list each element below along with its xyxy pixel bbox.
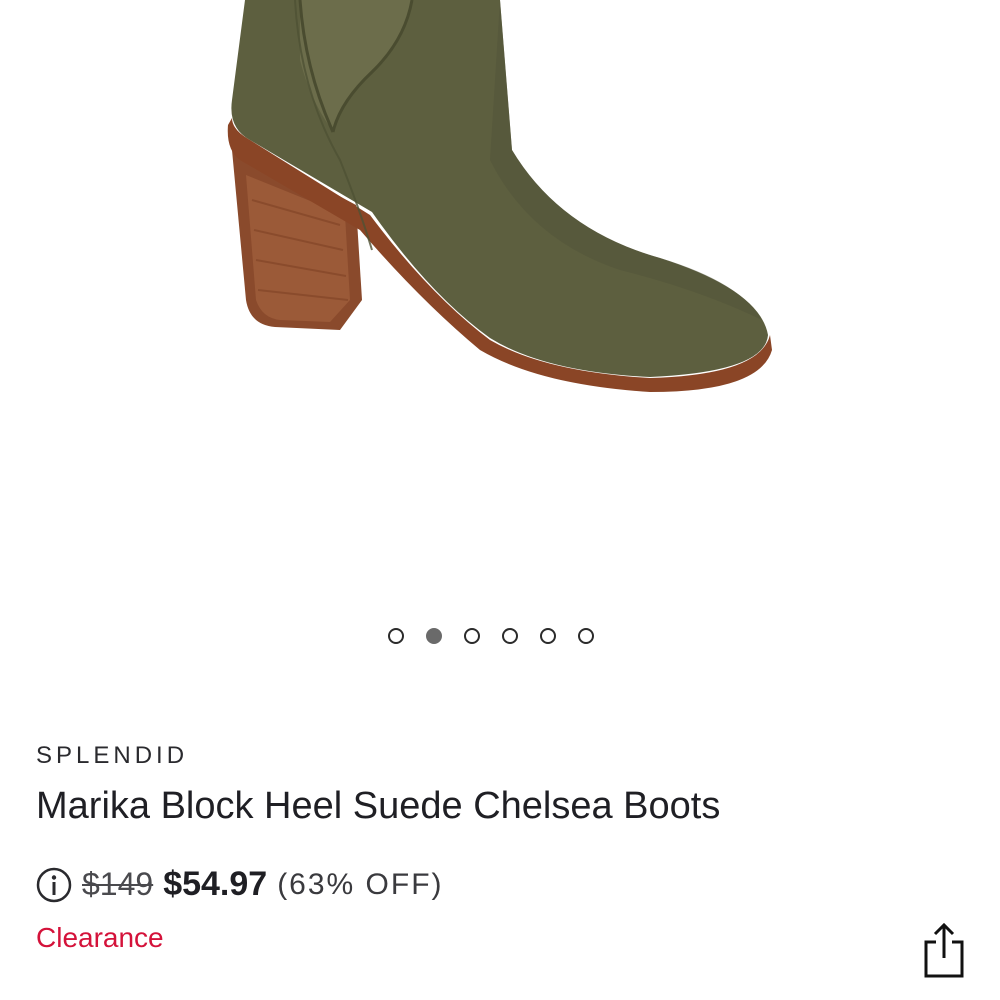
carousel-dot-1[interactable]	[388, 628, 404, 644]
product-title: Marika Block Heel Suede Chelsea Boots	[36, 785, 721, 827]
image-carousel-dots	[388, 628, 594, 644]
sale-price: $54.97	[163, 865, 268, 903]
share-button[interactable]	[920, 920, 968, 980]
info-icon[interactable]	[36, 867, 72, 903]
original-price: $149	[82, 866, 154, 902]
carousel-dot-2[interactable]	[426, 628, 442, 644]
share-icon	[924, 922, 964, 978]
carousel-dot-6[interactable]	[578, 628, 594, 644]
discount-label: (63% OFF)	[277, 867, 444, 901]
price-row: $149 $54.97 (63% OFF)	[36, 865, 444, 904]
carousel-dot-3[interactable]	[464, 628, 480, 644]
product-page: SPLENDID Marika Block Heel Suede Chelsea…	[0, 0, 1000, 1000]
product-image[interactable]	[0, 0, 1000, 600]
brand-name[interactable]: SPLENDID	[36, 742, 188, 770]
clearance-badge: Clearance	[36, 922, 164, 953]
carousel-dot-4[interactable]	[502, 628, 518, 644]
carousel-dot-5[interactable]	[540, 628, 556, 644]
